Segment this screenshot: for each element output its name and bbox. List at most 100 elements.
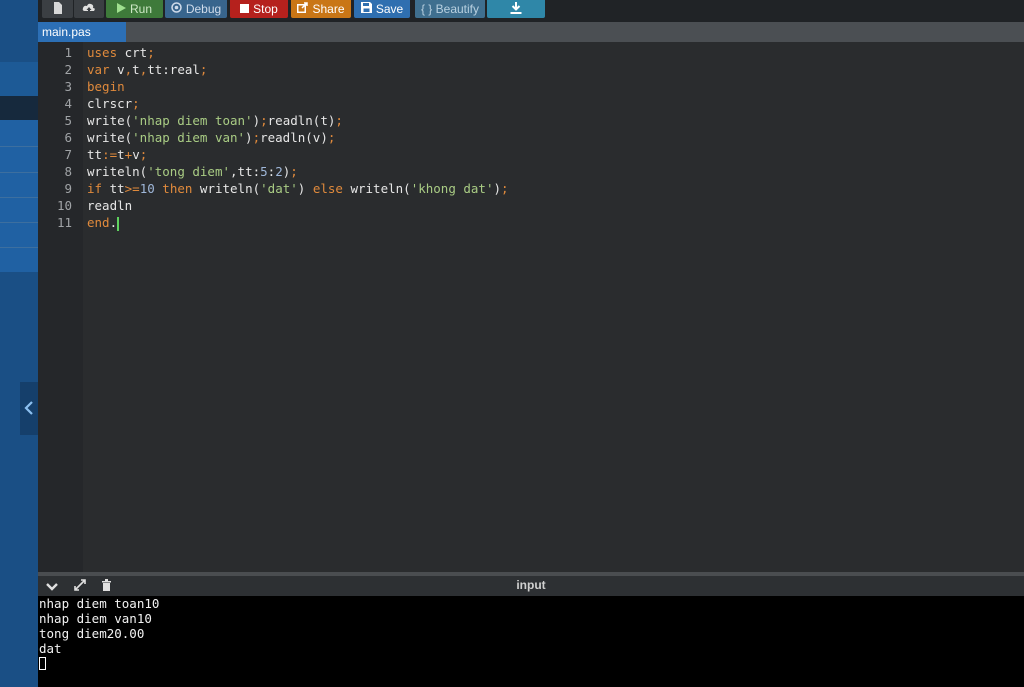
download-icon	[510, 1, 522, 17]
code-line[interactable]: 11 end.	[38, 214, 1024, 231]
collapse-sidebar-button[interactable]	[20, 382, 38, 435]
sidebar-divider	[0, 222, 38, 223]
code-token: ;	[252, 130, 261, 145]
code-token: 'nhap diem van'	[132, 130, 246, 145]
code-token: then	[162, 181, 193, 196]
code-token: write(	[87, 130, 133, 145]
debug-button[interactable]: Debug	[165, 0, 227, 18]
code-line[interactable]: 3 begin	[38, 78, 1024, 95]
code-text: if tt>=10 then writeln('dat') else write…	[87, 180, 509, 197]
code-line[interactable]: 6 write('nhap diem van');readln(v);	[38, 129, 1024, 146]
sidebar-divider	[0, 146, 38, 147]
run-button[interactable]: Run	[106, 0, 163, 18]
console-output[interactable]: nhap diem toan10 nhap diem van10 tong di…	[38, 596, 1024, 687]
text-cursor	[117, 216, 120, 231]
code-token: 'tong diem'	[147, 164, 231, 179]
console-header: input	[38, 572, 1024, 596]
code-token: 2	[275, 164, 283, 179]
code-line[interactable]: 8 writeln('tong diem',tt:5:2);	[38, 163, 1024, 180]
code-token: readln(v)	[260, 130, 328, 145]
code-token: readln	[87, 198, 133, 213]
code-token: else	[312, 181, 343, 196]
code-editor[interactable]: 1 uses crt; 2 var v,t,tt:real; 3 begin 4 clrscr…	[38, 42, 1024, 572]
code-token: 'khong dat'	[410, 181, 494, 196]
code-text: uses crt;	[87, 44, 155, 61]
code-text: begin	[87, 78, 125, 95]
chevron-left-icon	[24, 396, 34, 422]
code-token: 10	[139, 181, 155, 196]
play-icon	[116, 2, 126, 16]
stop-button[interactable]: Stop	[230, 0, 288, 18]
code-token: v	[109, 62, 125, 77]
code-line[interactable]: 5 write('nhap diem toan');readln(t);	[38, 112, 1024, 129]
sidebar-divider	[0, 197, 38, 198]
code-token: ;	[335, 113, 343, 128]
code-text: readln	[87, 197, 132, 214]
code-token: v	[132, 147, 140, 162]
beautify-label: { } Beautify	[420, 2, 480, 16]
code-token: 5	[260, 164, 268, 179]
code-token: :=	[102, 147, 118, 162]
console-line: nhap diem van10	[39, 611, 152, 626]
code-token: .	[109, 215, 118, 230]
toolbar: Run Debug Stop Share Save { } Beautify	[38, 0, 1024, 22]
code-token: )	[252, 113, 261, 128]
tab-main-pas[interactable]: main.pas	[38, 22, 126, 42]
debug-label: Debug	[185, 2, 222, 16]
code-text: writeln('tong diem',tt:5:2);	[87, 163, 298, 180]
code-token: ;	[139, 147, 148, 162]
floppy-icon	[360, 2, 372, 16]
line-number: 6	[64, 130, 72, 145]
code-token: ;	[501, 181, 509, 196]
code-token: t	[132, 62, 140, 77]
code-token: )	[297, 181, 313, 196]
terminal-cursor	[39, 657, 46, 670]
sidebar-band	[0, 0, 38, 22]
code-token: uses	[87, 45, 118, 60]
line-number: 8	[64, 164, 72, 179]
code-line[interactable]: 1 uses crt;	[38, 44, 1024, 61]
share-icon	[297, 2, 309, 16]
code-token: tt:real	[147, 62, 200, 77]
download-button[interactable]	[487, 0, 545, 18]
code-text: write('nhap diem van');readln(v);	[87, 129, 335, 146]
code-token: ;	[199, 62, 208, 77]
code-line[interactable]: 2 var v,t,tt:real;	[38, 61, 1024, 78]
code-text: clrscr;	[87, 95, 140, 112]
line-number: 2	[64, 62, 72, 77]
share-button[interactable]: Share	[291, 0, 351, 18]
console-line: tong diem20.00	[39, 626, 145, 641]
code-line[interactable]: 4 clrscr;	[38, 95, 1024, 112]
sidebar-band	[0, 96, 38, 120]
beautify-button[interactable]: { } Beautify	[415, 0, 485, 18]
code-token: ,tt:	[230, 164, 261, 179]
sidebar-list[interactable]	[0, 120, 38, 272]
code-line[interactable]: 10 readln	[38, 197, 1024, 214]
upload-button[interactable]	[74, 0, 104, 18]
code-token: tt	[87, 147, 103, 162]
debug-icon	[171, 2, 182, 16]
code-token: 'nhap diem toan'	[132, 113, 253, 128]
code-token: write(	[87, 113, 133, 128]
code-token: readln(t)	[267, 113, 336, 128]
file-tab-bar: main.pas	[38, 22, 1024, 42]
line-number: 9	[64, 181, 72, 196]
code-token: ;	[147, 45, 155, 60]
sidebar-divider	[0, 247, 38, 248]
code-token: tt	[102, 181, 125, 196]
code-line[interactable]: 9 if tt>=10 then writeln('dat') else writ…	[38, 180, 1024, 197]
code-line[interactable]: 7 tt:=t+v;	[38, 146, 1024, 163]
code-token: ;	[290, 164, 298, 179]
line-number: 1	[64, 45, 72, 60]
console-title: input	[516, 578, 546, 592]
code-token: ;	[260, 113, 268, 128]
save-button[interactable]: Save	[354, 0, 410, 18]
code-text: write('nhap diem toan');readln(t);	[87, 112, 343, 129]
upload-cloud-icon	[82, 2, 96, 17]
code-token: ;	[132, 96, 140, 111]
save-label: Save	[375, 2, 404, 16]
console-line: dat	[39, 641, 62, 656]
run-label: Run	[129, 2, 152, 16]
new-file-button[interactable]	[42, 0, 73, 18]
code-text: var v,t,tt:real;	[87, 61, 207, 78]
